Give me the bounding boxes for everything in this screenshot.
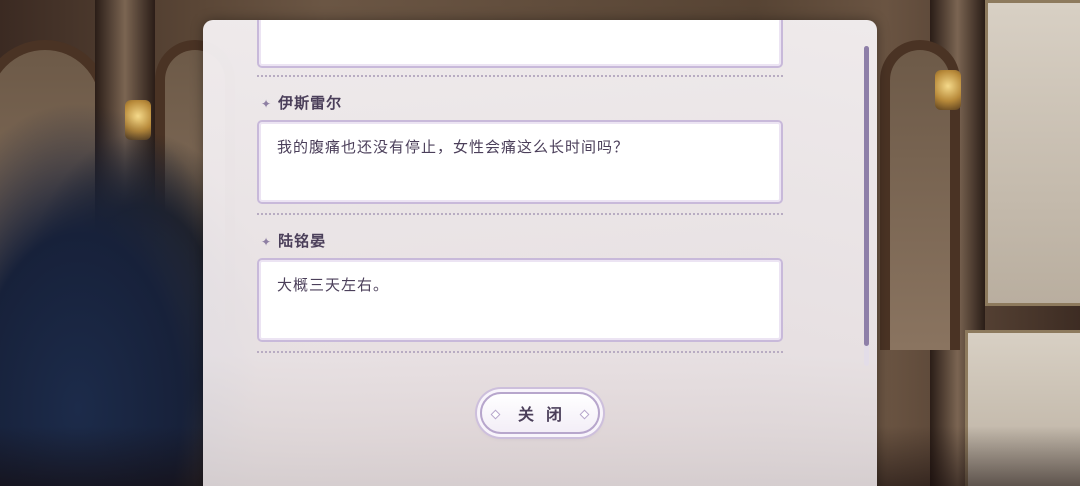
- entry-divider: [257, 351, 783, 353]
- dialog-log-list[interactable]: ✦ 伊斯雷尔 我的腹痛也还没有停止，女性会痛这么长时间吗？ ✦ 陆铭晏 大概三天左右…: [257, 20, 787, 380]
- close-button[interactable]: 关闭: [480, 392, 600, 434]
- close-button-label: 关闭: [517, 405, 574, 424]
- speaker-name-text: 陆铭晏: [278, 232, 327, 250]
- speaker-name: ✦ 伊斯雷尔: [261, 92, 342, 113]
- dialog-text: 大概三天左右。: [277, 276, 390, 294]
- wall-sconce-right: [935, 70, 961, 110]
- dialog-text-box: 大概三天左右。: [257, 258, 783, 342]
- log-scrollbar-thumb[interactable]: [864, 46, 869, 346]
- dialog-log-window: ✦ 伊斯雷尔 我的腹痛也还没有停止，女性会痛这么长时间吗？ ✦ 陆铭晏 大概三天左右…: [203, 20, 877, 486]
- log-scrollbar[interactable]: [864, 46, 869, 366]
- background-panel-right: [985, 0, 1080, 306]
- speaker-star-icon: ✦: [261, 97, 273, 111]
- dialog-text-box: 我的腹痛也还没有停止，女性会痛这么长时间吗？: [257, 120, 783, 204]
- dialog-text-box: [257, 20, 783, 68]
- speaker-name-text: 伊斯雷尔: [278, 94, 343, 112]
- speaker-name: ✦ 陆铭晏: [261, 230, 326, 251]
- entry-divider: [257, 75, 783, 77]
- dialog-text: 我的腹痛也还没有停止，女性会痛这么长时间吗？: [277, 138, 630, 156]
- game-background: ✦ 伊斯雷尔 我的腹痛也还没有停止，女性会痛这么长时间吗？ ✦ 陆铭晏 大概三天左右…: [0, 0, 1080, 486]
- entry-divider: [257, 213, 783, 215]
- speaker-star-icon: ✦: [261, 235, 273, 249]
- button-right-diamond-icon: [579, 409, 590, 420]
- button-left-diamond-icon: [490, 409, 501, 420]
